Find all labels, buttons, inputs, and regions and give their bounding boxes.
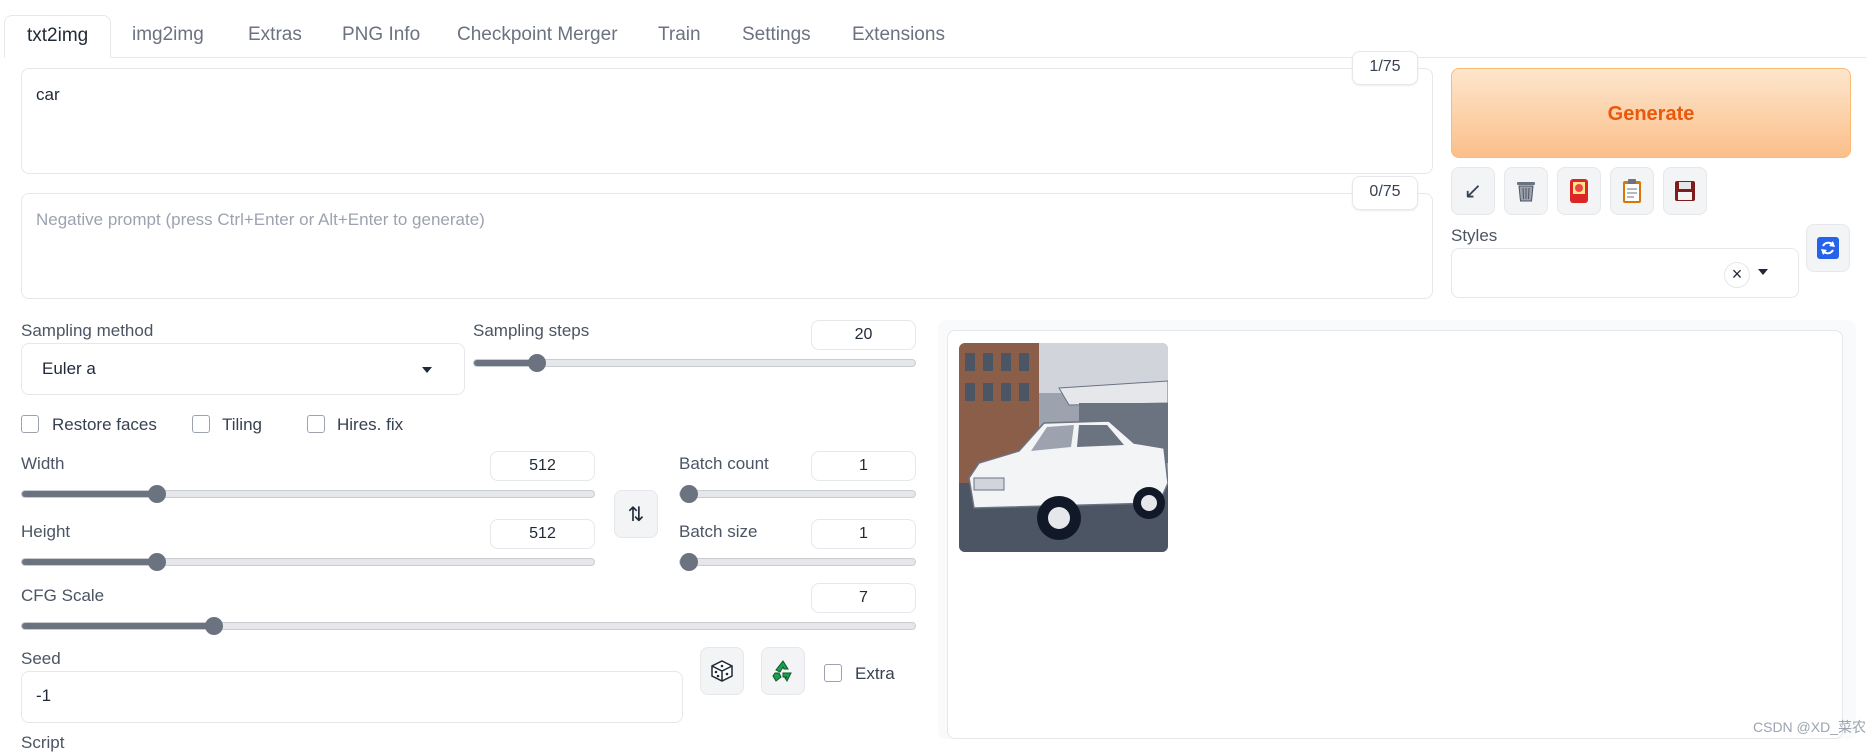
slider-thumb[interactable]	[205, 617, 223, 635]
batch-count-input[interactable]: 1	[811, 451, 916, 481]
cfg-scale-input[interactable]: 7	[811, 583, 916, 613]
dice-icon	[711, 660, 733, 682]
slider-thumb[interactable]	[148, 553, 166, 571]
watermark-text: CSDN @XD_菜农	[1753, 719, 1867, 735]
refresh-styles-button[interactable]	[1806, 224, 1850, 272]
width-label: Width	[21, 454, 65, 473]
arrow-down-left-icon: ↙	[1463, 178, 1483, 203]
sampling-steps-slider[interactable]	[473, 354, 916, 372]
generated-image-thumbnail[interactable]	[959, 343, 1168, 552]
sampling-method-value: Euler a	[42, 359, 96, 378]
tab-png-info[interactable]: PNG Info	[320, 15, 442, 56]
styles-clear-icon[interactable]: ×	[1724, 262, 1750, 288]
chevron-down-icon[interactable]	[1758, 269, 1768, 275]
tab-extensions[interactable]: Extensions	[830, 15, 967, 56]
sampling-method-label: Sampling method	[21, 321, 154, 340]
height-slider[interactable]	[21, 553, 595, 571]
batch-size-label: Batch size	[679, 522, 758, 541]
clipboard-icon	[1623, 179, 1641, 203]
read-params-button[interactable]: ↙	[1451, 167, 1495, 215]
save-style-button[interactable]	[1663, 167, 1707, 215]
extra-networks-button[interactable]	[1557, 167, 1601, 215]
slider-thumb[interactable]	[680, 485, 698, 503]
hires-fix-checkbox[interactable]	[307, 415, 325, 433]
sampling-steps-label: Sampling steps	[473, 321, 590, 340]
width-slider[interactable]	[21, 485, 595, 503]
tiling-checkbox[interactable]	[192, 415, 210, 433]
slider-thumb[interactable]	[148, 485, 166, 503]
car-image	[959, 343, 1168, 552]
tab-checkpoint-merger[interactable]: Checkpoint Merger	[435, 15, 640, 56]
styles-dropdown[interactable]: ×	[1451, 248, 1799, 298]
swap-dimensions-button[interactable]: ⇅	[614, 490, 658, 538]
card-icon	[1570, 179, 1588, 203]
height-input[interactable]: 512	[490, 519, 595, 549]
hires-fix-label: Hires. fix	[337, 415, 404, 434]
tab-img2img[interactable]: img2img	[110, 15, 226, 56]
negative-prompt-token-counter: 0/75	[1352, 176, 1418, 210]
restore-faces-checkbox[interactable]	[21, 415, 39, 433]
extra-seed-label: Extra	[855, 664, 895, 683]
prompt-token-counter: 1/75	[1352, 51, 1418, 85]
tab-settings[interactable]: Settings	[720, 15, 833, 56]
seed-input[interactable]: -1	[21, 671, 683, 723]
tab-txt2img[interactable]: txt2img	[4, 15, 112, 58]
recycle-icon	[772, 660, 792, 682]
clear-prompt-button[interactable]	[1504, 167, 1548, 215]
batch-size-input[interactable]: 1	[811, 519, 916, 549]
batch-count-slider[interactable]	[679, 485, 916, 503]
tab-train[interactable]: Train	[636, 15, 723, 56]
negative-prompt-input[interactable]: Negative prompt (press Ctrl+Enter or Alt…	[21, 193, 1433, 299]
reuse-seed-button[interactable]	[761, 647, 805, 695]
random-seed-button[interactable]	[700, 647, 744, 695]
generate-button[interactable]: Generate	[1451, 68, 1851, 158]
batch-count-label: Batch count	[679, 454, 769, 473]
swap-arrows-icon: ⇅	[627, 503, 645, 526]
refresh-icon	[1817, 237, 1839, 259]
prompt-input[interactable]: car	[21, 68, 1433, 174]
floppy-disk-icon	[1675, 181, 1695, 201]
height-label: Height	[21, 522, 71, 541]
slider-thumb[interactable]	[528, 354, 546, 372]
extra-seed-checkbox[interactable]	[824, 664, 842, 682]
tiling-label: Tiling	[222, 415, 262, 434]
width-input[interactable]: 512	[490, 451, 595, 481]
cfg-scale-label: CFG Scale	[21, 586, 105, 605]
trash-icon	[1517, 182, 1535, 202]
styles-label: Styles	[1451, 226, 1498, 245]
seed-label: Seed	[21, 649, 61, 668]
restore-faces-label: Restore faces	[52, 415, 157, 434]
script-label: Script	[21, 733, 65, 752]
batch-size-slider[interactable]	[679, 553, 916, 571]
apply-style-button[interactable]	[1610, 167, 1654, 215]
sampling-method-dropdown[interactable]: Euler a	[21, 343, 465, 395]
tab-extras[interactable]: Extras	[226, 15, 324, 56]
chevron-down-icon	[422, 367, 432, 373]
slider-thumb[interactable]	[680, 553, 698, 571]
sampling-steps-input[interactable]: 20	[811, 320, 916, 350]
cfg-scale-slider[interactable]	[21, 617, 916, 635]
